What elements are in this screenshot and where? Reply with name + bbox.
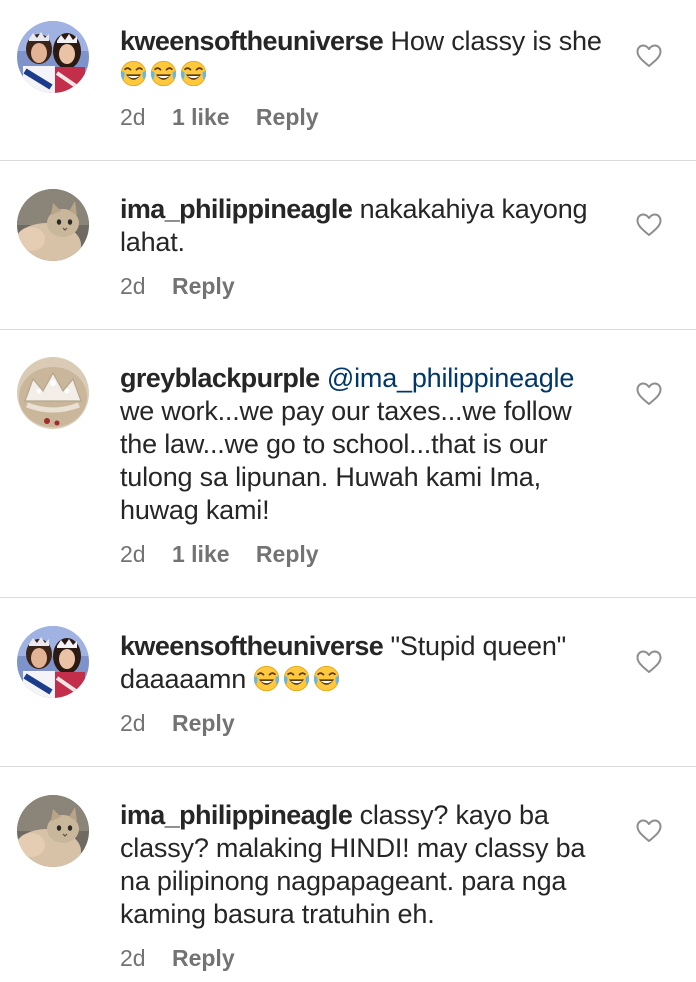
reply-button[interactable]: Reply	[172, 273, 235, 299]
comment-time[interactable]: 2d	[120, 541, 146, 567]
comment-body: ima_philippineagle classy? kayo ba class…	[120, 799, 610, 931]
avatar[interactable]	[17, 795, 89, 867]
comment-body: ima_philippineagle nakakahiya kayong lah…	[120, 193, 610, 259]
reply-button[interactable]: Reply	[172, 945, 235, 971]
laughing-crying-emoji-icon	[313, 665, 340, 692]
avatar[interactable]	[17, 21, 89, 93]
comment-meta: 2d 1 like Reply	[120, 540, 339, 568]
comment-text: we work...we pay our taxes...we follow t…	[120, 396, 572, 525]
heart-outline-icon[interactable]	[636, 382, 662, 406]
avatar[interactable]	[17, 189, 89, 261]
heart-outline-icon[interactable]	[636, 213, 662, 237]
comment-meta: 2d Reply	[120, 944, 255, 972]
comment-time[interactable]: 2d	[120, 710, 146, 736]
laughing-crying-emoji-icon	[180, 60, 207, 87]
comment-username[interactable]: kweensoftheuniverse	[120, 631, 384, 661]
comment-username[interactable]: ima_philippineagle	[120, 800, 353, 830]
comment-time[interactable]: 2d	[120, 945, 146, 971]
comment-username[interactable]: greyblackpurple	[120, 363, 320, 393]
comment-meta: 2d 1 like Reply	[120, 103, 339, 131]
avatar[interactable]	[17, 357, 89, 429]
comment-time[interactable]: 2d	[120, 104, 146, 130]
comment-body: greyblackpurple @ima_philippineagle we w…	[120, 362, 600, 527]
heart-outline-icon[interactable]	[636, 44, 662, 68]
laughing-crying-emoji-icon	[120, 60, 147, 87]
avatar[interactable]	[17, 626, 89, 698]
divider	[0, 160, 696, 161]
divider	[0, 766, 696, 767]
reply-button[interactable]: Reply	[172, 710, 235, 736]
comment-time[interactable]: 2d	[120, 273, 146, 299]
laughing-crying-emoji-icon	[150, 60, 177, 87]
comment-mention[interactable]: @ima_philippineagle	[327, 363, 574, 393]
reply-button[interactable]: Reply	[256, 541, 319, 567]
heart-outline-icon[interactable]	[636, 650, 662, 674]
comment-body: kweensoftheuniverse How classy is she	[120, 25, 620, 91]
comment-text: How classy is she	[390, 26, 602, 56]
comment-body: kweensoftheuniverse "Stupid queen" daaaa…	[120, 630, 600, 696]
reply-button[interactable]: Reply	[256, 104, 319, 130]
laughing-crying-emoji-icon	[253, 665, 280, 692]
divider	[0, 329, 696, 330]
comment-username[interactable]: kweensoftheuniverse	[120, 26, 384, 56]
comment-meta: 2d Reply	[120, 709, 255, 737]
heart-outline-icon[interactable]	[636, 819, 662, 843]
comment-meta: 2d Reply	[120, 272, 255, 300]
comment-username[interactable]: ima_philippineagle	[120, 194, 353, 224]
laughing-crying-emoji-icon	[283, 665, 310, 692]
divider	[0, 597, 696, 598]
like-count[interactable]: 1 like	[172, 541, 230, 567]
like-count[interactable]: 1 like	[172, 104, 230, 130]
